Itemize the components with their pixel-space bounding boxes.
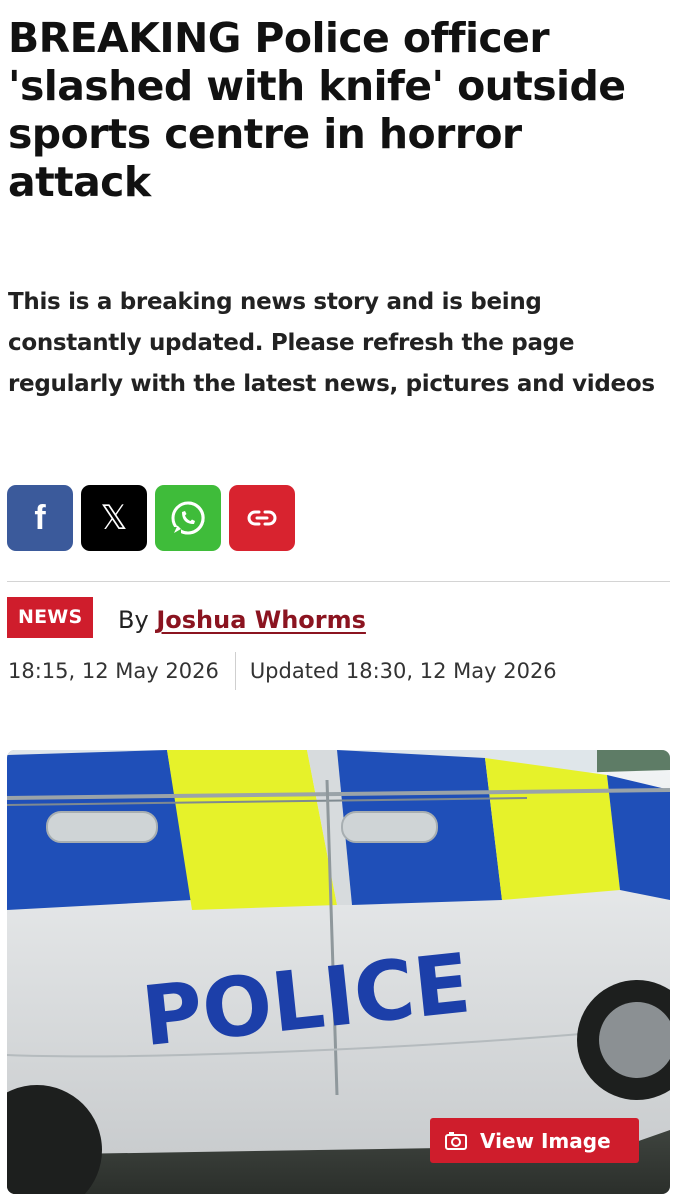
share-facebook-button[interactable]: f xyxy=(7,485,73,551)
share-x-button[interactable]: 𝕏 xyxy=(81,485,147,551)
updated-time: Updated 18:30, 12 May 2026 xyxy=(249,659,557,683)
whatsapp-icon xyxy=(171,501,205,535)
article-headline: BREAKING Police officer 'slashed with kn… xyxy=(8,14,626,206)
published-time: 18:15, 12 May 2026 xyxy=(8,659,219,683)
byline: By Joshua Whorms xyxy=(118,603,366,637)
divider xyxy=(7,581,670,582)
share-bar: f 𝕏 xyxy=(7,485,295,551)
byline-prefix: By xyxy=(118,606,149,634)
facebook-icon: f xyxy=(34,499,46,537)
camera-icon xyxy=(445,1131,467,1150)
link-icon xyxy=(247,510,277,526)
section-tag[interactable]: NEWS xyxy=(7,597,94,638)
article-standfirst: This is a breaking news story and is bei… xyxy=(8,289,655,397)
view-image-label: View Image xyxy=(480,1128,611,1153)
author-link[interactable]: Joshua Whorms xyxy=(156,606,366,634)
article-dates: 18:15, 12 May 2026 Updated 18:30, 12 May… xyxy=(8,652,557,690)
dates-separator xyxy=(234,652,236,690)
share-whatsapp-button[interactable] xyxy=(155,485,221,551)
view-image-button[interactable]: View Image xyxy=(430,1118,639,1163)
x-icon: 𝕏 xyxy=(100,498,128,538)
share-link-button[interactable] xyxy=(229,485,295,551)
